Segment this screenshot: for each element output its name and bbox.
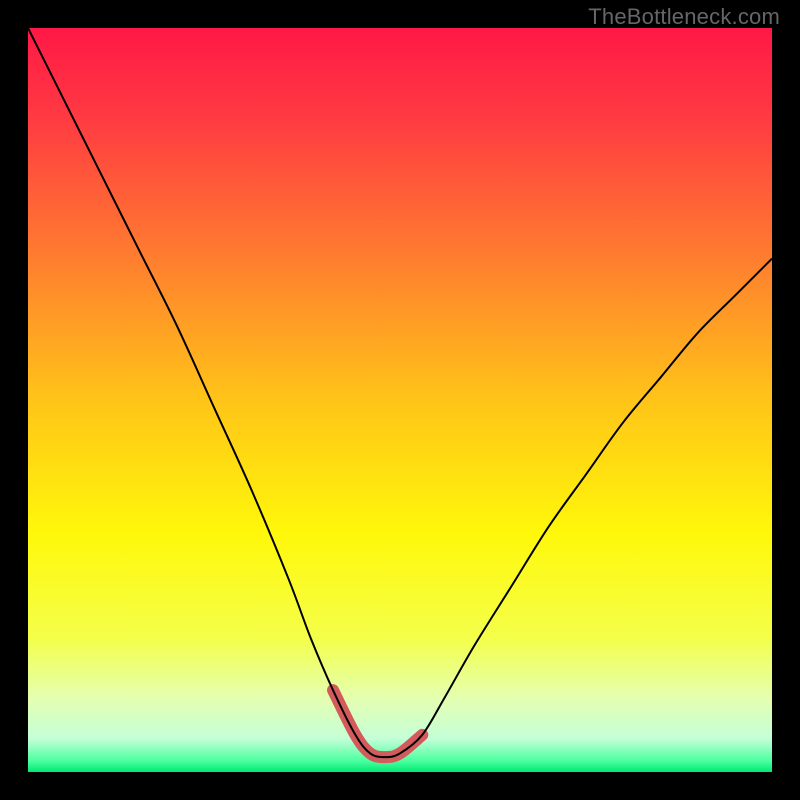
watermark-text: TheBottleneck.com bbox=[588, 4, 780, 30]
bottleneck-curve bbox=[28, 28, 772, 757]
chart-frame: TheBottleneck.com bbox=[0, 0, 800, 800]
curve-svg bbox=[28, 28, 772, 772]
plot-area bbox=[28, 28, 772, 772]
